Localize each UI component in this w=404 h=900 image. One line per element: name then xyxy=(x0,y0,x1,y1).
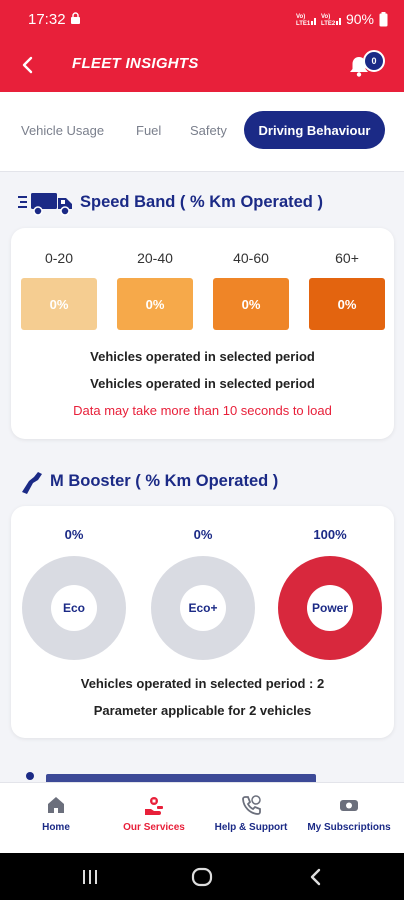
band-label-0-20: 0-20 xyxy=(44,250,74,266)
status-bar: 17:32 Vo) LTE1 Vo) LTE2 90% xyxy=(0,0,404,38)
power-percent: 100% xyxy=(313,527,347,542)
band-value-20-40[interactable]: 0% xyxy=(117,278,193,330)
fuel-nozzle-icon xyxy=(22,472,42,494)
svg-text:Vo): Vo) xyxy=(296,14,305,20)
tab-fuel[interactable]: Fuel xyxy=(136,123,161,138)
band-label-40-60: 40-60 xyxy=(233,250,269,266)
svg-text:LTE2: LTE2 xyxy=(321,21,336,26)
svg-text:LTE1: LTE1 xyxy=(296,21,311,26)
eco-percent: 0% xyxy=(64,527,84,542)
tab-driving-behaviour[interactable]: Driving Behaviour xyxy=(244,111,385,149)
subscriptions-icon xyxy=(340,800,358,811)
band-value-60-plus[interactable]: 0% xyxy=(309,278,385,330)
eco-plus-percent: 0% xyxy=(193,527,213,542)
truck-icon xyxy=(18,193,72,216)
m-booster-card: 0% 0% 100% Eco Eco+ Power Vehicles opera… xyxy=(11,506,394,738)
tab-safety[interactable]: Safety xyxy=(190,123,227,138)
nav-home-label: Home xyxy=(42,822,70,833)
sim2-signal-icon: Vo) LTE2 xyxy=(321,14,341,26)
support-icon xyxy=(242,795,261,815)
status-time: 17:32 xyxy=(28,11,66,28)
m-booster-info-2: Parameter applicable for 2 vehicles xyxy=(93,703,312,718)
nav-my-subscriptions-label: My Subscriptions xyxy=(307,822,391,833)
next-section-peek xyxy=(26,772,316,782)
eco-plus-label: Eco+ xyxy=(180,585,226,631)
system-back-icon[interactable] xyxy=(304,865,328,889)
home-button-icon[interactable] xyxy=(190,865,214,889)
tab-vehicle-usage[interactable]: Vehicle Usage xyxy=(21,123,104,138)
eco-label: Eco xyxy=(51,585,97,631)
power-donut[interactable]: Power xyxy=(278,556,382,660)
app-header: FLEET INSIGHTS xyxy=(0,38,404,92)
eco-donut[interactable]: Eco xyxy=(22,556,126,660)
battery-icon xyxy=(379,11,388,26)
bottom-navigation: Home Our Services Help & Support My Subs… xyxy=(0,782,404,853)
status-indicators: Vo) LTE1 Vo) LTE2 90% xyxy=(296,9,388,29)
nav-help-support-label: Help & Support xyxy=(214,822,288,833)
battery-percent: 90% xyxy=(345,11,374,27)
speed-band-info-1: Vehicles operated in selected period xyxy=(90,349,315,364)
m-booster-title: M Booster ( % Km Operated ) xyxy=(50,472,279,490)
insight-tabs: Vehicle Usage Fuel Safety Driving Behavi… xyxy=(0,92,404,172)
band-label-60-plus: 60+ xyxy=(335,250,359,266)
nav-help-support[interactable]: Help & Support xyxy=(205,783,297,854)
nav-our-services-label: Our Services xyxy=(123,822,185,833)
power-label: Power xyxy=(307,585,353,631)
sim1-signal-icon: Vo) LTE1 xyxy=(296,14,316,26)
band-value-0-20[interactable]: 0% xyxy=(21,278,97,330)
svg-text:Vo): Vo) xyxy=(321,14,330,20)
system-navigation-bar xyxy=(0,853,404,900)
notification-count-badge: 0 xyxy=(363,50,385,72)
nav-our-services[interactable]: Our Services xyxy=(113,783,195,854)
speed-band-title: Speed Band ( % Km Operated ) xyxy=(80,193,323,211)
load-time-notice: Data may take more than 10 seconds to lo… xyxy=(73,403,332,418)
nav-home[interactable]: Home xyxy=(24,783,88,854)
nav-my-subscriptions[interactable]: My Subscriptions xyxy=(300,783,398,854)
band-value-40-60[interactable]: 0% xyxy=(213,278,289,330)
recents-icon[interactable] xyxy=(78,865,102,889)
band-label-20-40: 20-40 xyxy=(137,250,173,266)
back-arrow-icon[interactable] xyxy=(14,51,42,79)
home-icon xyxy=(48,797,64,813)
services-icon xyxy=(145,797,163,815)
lock-icon xyxy=(71,12,80,24)
m-booster-info-1: Vehicles operated in selected period : 2 xyxy=(80,676,325,691)
page-title: FLEET INSIGHTS xyxy=(72,55,199,72)
speed-band-info-2: Vehicles operated in selected period xyxy=(90,376,315,391)
eco-plus-donut[interactable]: Eco+ xyxy=(151,556,255,660)
speed-band-card: 0-20 20-40 40-60 60+ 0% 0% 0% 0% Vehicle… xyxy=(11,228,394,439)
